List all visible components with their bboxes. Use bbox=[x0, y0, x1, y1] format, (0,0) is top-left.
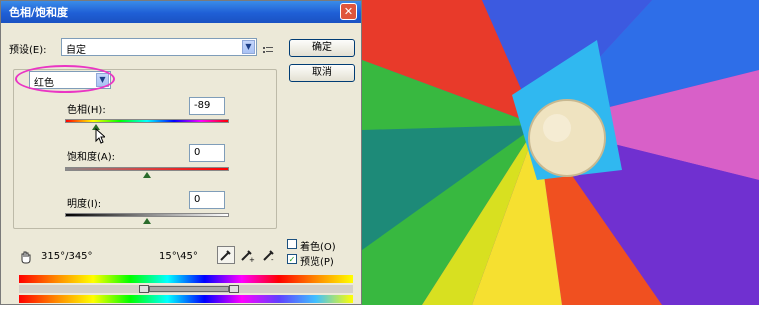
svg-text:-: - bbox=[271, 256, 274, 263]
result-spectrum-bar bbox=[19, 295, 353, 303]
saturation-label: 饱和度(A): bbox=[67, 152, 116, 163]
hue-label: 色相(H): bbox=[67, 105, 106, 116]
chevron-down-icon: ▼ bbox=[242, 40, 255, 54]
range-slider[interactable] bbox=[19, 285, 353, 293]
hue-input[interactable]: -89 bbox=[189, 97, 225, 115]
preset-dropdown[interactable]: 自定 ▼ bbox=[61, 38, 257, 56]
hue-saturation-dialog: 色相/饱和度 ✕ 预设(E): 自定 ▼ 确定 取消 红色 ▼ 色相(H): -… bbox=[0, 0, 362, 305]
source-spectrum-bar bbox=[19, 275, 353, 283]
title-bar: 色相/饱和度 ✕ bbox=[1, 1, 361, 23]
ok-button[interactable]: 确定 bbox=[289, 39, 355, 57]
close-icon: ✕ bbox=[343, 5, 354, 18]
lightness-input[interactable]: 0 bbox=[189, 191, 225, 209]
preview-checkbox[interactable]: ✓ bbox=[287, 254, 297, 264]
arrow-cursor-icon bbox=[95, 127, 107, 148]
lightness-slider-thumb[interactable] bbox=[143, 218, 151, 224]
dialog-title: 色相/饱和度 bbox=[9, 6, 69, 19]
hand-icon[interactable] bbox=[19, 249, 33, 268]
svg-text:+: + bbox=[249, 256, 255, 263]
menu-icon[interactable] bbox=[263, 41, 273, 60]
saturation-input[interactable]: 0 bbox=[189, 144, 225, 162]
preset-value: 自定 bbox=[66, 45, 86, 56]
pinwheel-photo bbox=[362, 0, 759, 305]
lightness-label: 明度(I): bbox=[67, 199, 102, 210]
close-button[interactable]: ✕ bbox=[340, 3, 357, 20]
adjustment-group bbox=[13, 69, 277, 229]
range-slider-selection[interactable] bbox=[149, 286, 229, 292]
hue-slider-track[interactable] bbox=[65, 119, 229, 123]
range-slider-left-handle[interactable] bbox=[139, 285, 149, 293]
preset-label: 预设(E): bbox=[9, 45, 47, 56]
check-icon: ✓ bbox=[288, 255, 296, 264]
colorize-checkbox[interactable] bbox=[287, 239, 297, 249]
eyedropper-minus-icon[interactable]: - bbox=[261, 247, 277, 267]
cancel-button[interactable]: 取消 bbox=[289, 64, 355, 82]
range-left-value: 315°/345° bbox=[41, 251, 93, 262]
ok-label: 确定 bbox=[312, 42, 332, 53]
preview-label: 预览(P) bbox=[300, 257, 334, 268]
colorize-label: 着色(O) bbox=[300, 242, 336, 253]
cancel-label: 取消 bbox=[312, 67, 332, 78]
range-right-value: 15°\45° bbox=[159, 251, 198, 262]
range-slider-right-handle[interactable] bbox=[229, 285, 239, 293]
eyedropper-icon[interactable] bbox=[217, 246, 235, 264]
channel-highlight-ring bbox=[15, 65, 115, 93]
eyedropper-plus-icon[interactable]: + bbox=[239, 247, 255, 267]
saturation-slider-thumb[interactable] bbox=[143, 172, 151, 178]
saturation-slider-track[interactable] bbox=[65, 167, 229, 171]
lightness-slider-track[interactable] bbox=[65, 213, 229, 217]
